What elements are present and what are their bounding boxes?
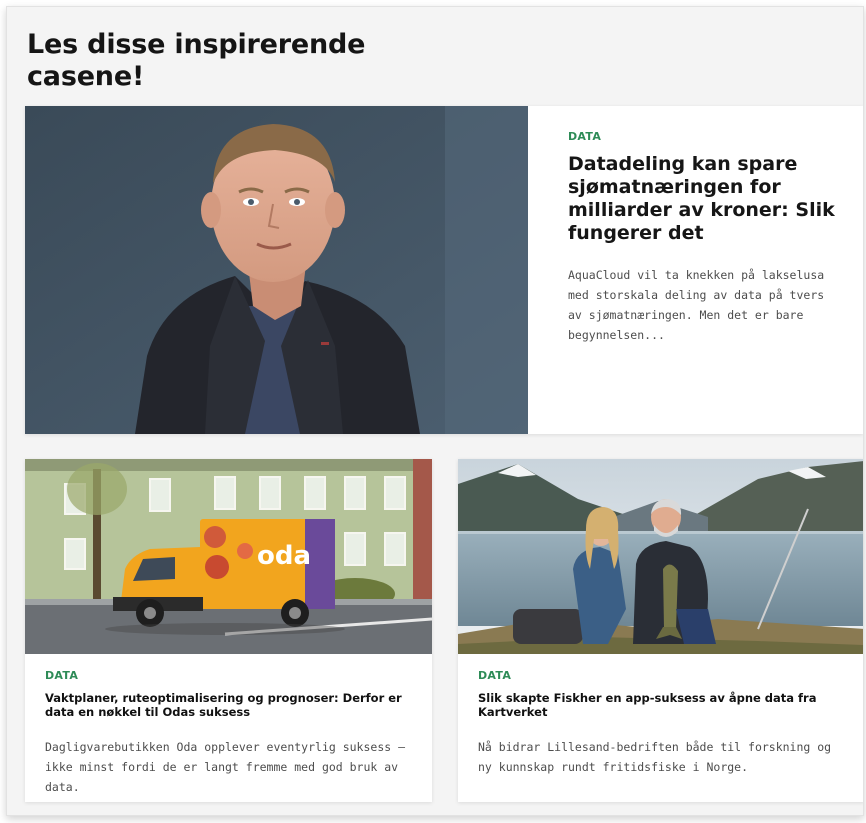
article-excerpt: Nå bidrar Lillesand-bedriften både til f… (478, 740, 832, 774)
article-category[interactable]: DATA (568, 130, 836, 143)
section-heading: Les disse inspirerende casene! (27, 29, 366, 92)
article-card-fiskher[interactable]: DATA Slik skapte Fiskher en app-suksess … (458, 459, 863, 802)
featured-article-image[interactable] (25, 106, 528, 434)
article-image-oda[interactable]: oda (25, 459, 432, 654)
article-card-oda[interactable]: oda DATA Vaktplaner, ruteoptimalisering … (25, 459, 432, 802)
article-excerpt: Dagligvarebutikken Oda opplever eventyrl… (45, 740, 406, 794)
article-image-fiskher[interactable] (458, 459, 863, 654)
article-body-fiskher: DATA Slik skapte Fiskher en app-suksess … (478, 669, 846, 777)
featured-article-body: DATA Datadeling kan spare sjømatnæringen… (568, 130, 836, 345)
article-category[interactable]: DATA (45, 669, 413, 682)
article-title[interactable]: Vaktplaner, ruteoptimalisering og progno… (45, 691, 413, 719)
article-body-oda: DATA Vaktplaner, ruteoptimalisering og p… (45, 669, 413, 797)
articles-section: Les disse inspirerende casene! DATA Data… (6, 6, 864, 816)
truck-logo-text: oda (257, 541, 311, 571)
featured-article-card[interactable]: DATA Datadeling kan spare sjømatnæringen… (25, 106, 863, 434)
article-category[interactable]: DATA (478, 669, 846, 682)
article-title[interactable]: Slik skapte Fiskher en app-suksess av åp… (478, 691, 846, 719)
article-excerpt: AquaCloud vil ta knekken på lakselusa me… (568, 268, 825, 342)
article-title[interactable]: Datadeling kan spare sjømatnæringen for … (568, 153, 836, 245)
